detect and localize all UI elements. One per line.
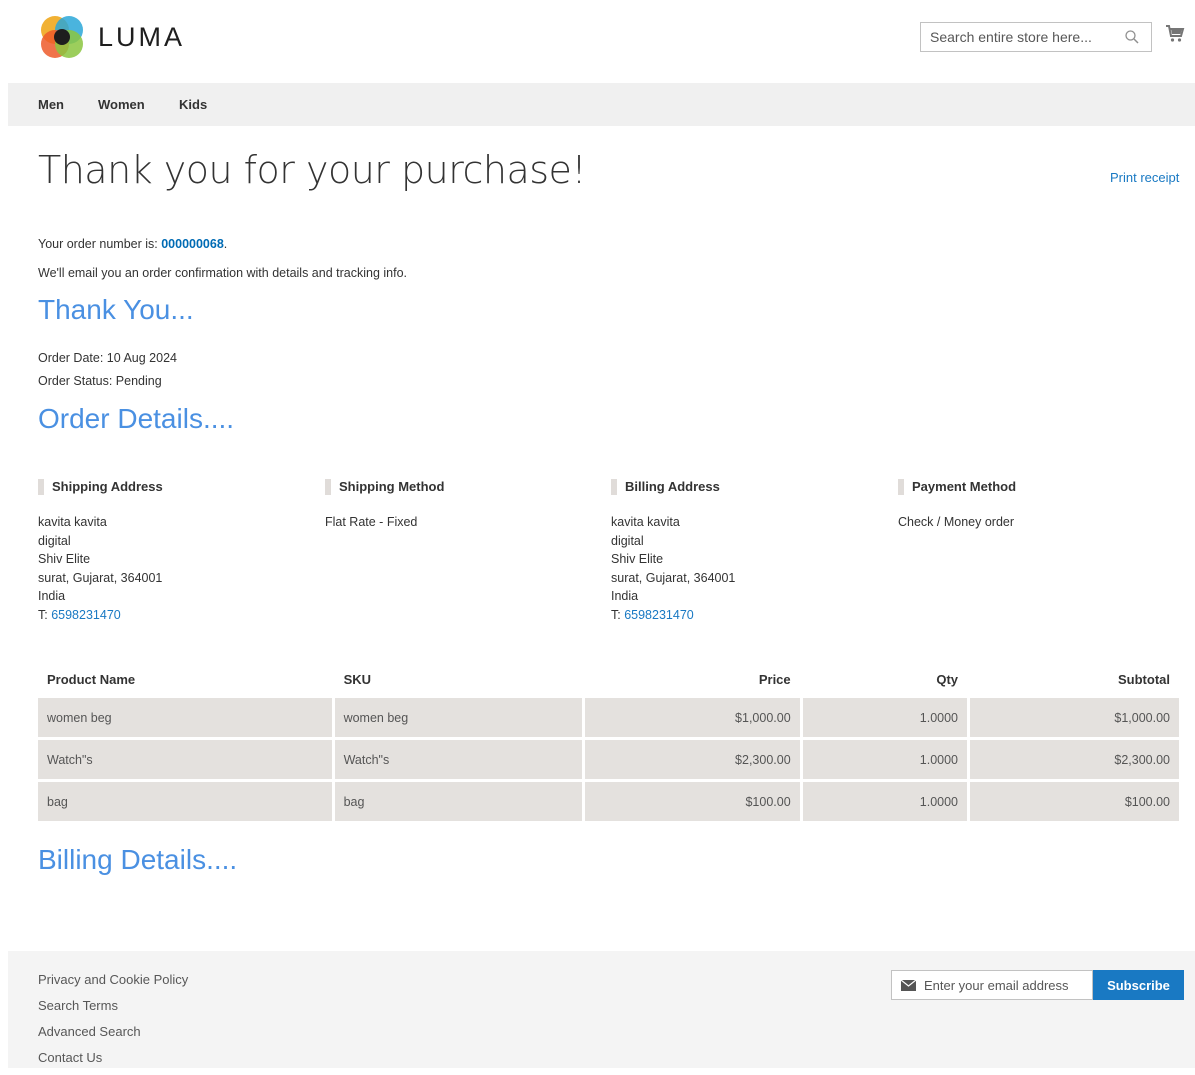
- billing-address-title: Billing Address: [611, 479, 735, 495]
- address-line: surat, Gujarat, 364001: [38, 570, 163, 585]
- cell-product-name: Watch"s: [38, 740, 332, 779]
- billing-phone-link[interactable]: 6598231470: [624, 608, 694, 622]
- footer-links: Privacy and Cookie Policy Search Terms A…: [38, 971, 188, 1075]
- phone-line: T: 6598231470: [38, 606, 163, 625]
- address-line: digital: [611, 533, 644, 548]
- column-header-price: Price: [758, 672, 791, 687]
- order-number-link[interactable]: 000000068: [161, 237, 224, 251]
- logo-text: LUMA: [98, 21, 186, 52]
- cell-sku: women beg: [334, 698, 582, 737]
- footer-link-advanced-search[interactable]: Advanced Search: [38, 1023, 188, 1049]
- cell-price: $1,000.00: [584, 698, 800, 737]
- page-footer: Privacy and Cookie Policy Search Terms A…: [8, 951, 1195, 1068]
- nav-item-kids[interactable]: Kids: [179, 97, 207, 112]
- order-number-line: Your order number is: 000000068.: [38, 237, 227, 251]
- shipping-address-block: Shipping Address kavita kavita digital S…: [38, 479, 163, 624]
- nav-item-men[interactable]: Men: [38, 97, 64, 112]
- table-header-row: Product Name SKU Price Qty Subtotal: [38, 664, 1179, 695]
- table-row: women beg women beg $1,000.00 1.0000 $1,…: [38, 698, 1179, 737]
- footer-link-privacy[interactable]: Privacy and Cookie Policy: [38, 971, 188, 997]
- cell-qty: 1.0000: [802, 698, 968, 737]
- search-box[interactable]: [920, 22, 1152, 52]
- order-details-heading: Order Details....: [38, 403, 235, 434]
- column-header-qty: Qty: [936, 672, 959, 687]
- address-line: kavita kavita: [38, 515, 107, 529]
- order-number-label: Your order number is:: [38, 237, 162, 251]
- phone-prefix: T:: [38, 607, 52, 622]
- page-title: Thank you for your purchase!: [38, 148, 587, 192]
- cell-price: $100.00: [584, 782, 800, 821]
- address-line: Shiv Elite: [38, 552, 91, 566]
- address-line: India: [611, 589, 639, 603]
- payment-method-block: Payment Method Check / Money order: [898, 479, 1016, 532]
- order-status: Order Status: Pending: [38, 374, 162, 388]
- store-logo[interactable]: LUMA: [38, 13, 185, 61]
- newsletter-field[interactable]: [891, 970, 1094, 1000]
- nav-item-women[interactable]: Women: [98, 97, 145, 112]
- page-header: LUMA: [0, 0, 1195, 83]
- cell-price: $2,300.00: [584, 740, 800, 779]
- search-input[interactable]: [921, 23, 1116, 51]
- cart-icon[interactable]: [1165, 24, 1185, 44]
- payment-method-title: Payment Method: [898, 479, 1016, 495]
- cell-subtotal: $1,000.00: [970, 698, 1179, 737]
- cell-sku: Watch"s: [334, 740, 582, 779]
- phone-line: T: 6598231470: [611, 606, 735, 625]
- cell-product-name: women beg: [38, 698, 332, 737]
- table-row: bag bag $100.00 1.0000 $100.00: [38, 782, 1179, 821]
- address-line: kavita kavita: [611, 515, 680, 529]
- shipping-phone-link[interactable]: 6598231470: [51, 608, 121, 622]
- cell-subtotal: $2,300.00: [970, 740, 1179, 779]
- order-number-suffix: .: [223, 237, 228, 251]
- print-receipt-link[interactable]: Print receipt: [1110, 170, 1179, 185]
- payment-method-value: Check / Money order: [898, 515, 1015, 529]
- luma-logo-icon: [41, 16, 83, 58]
- newsletter-email-input[interactable]: [924, 971, 1094, 999]
- cell-sku: bag: [334, 782, 582, 821]
- billing-address-body: kavita kavita digital Shiv Elite surat, …: [611, 513, 735, 624]
- shipping-method-title: Shipping Method: [325, 479, 444, 495]
- shipping-address-body: kavita kavita digital Shiv Elite surat, …: [38, 513, 163, 624]
- column-header-sku: SKU: [343, 672, 372, 687]
- table-row: Watch"s Watch"s $2,300.00 1.0000 $2,300.…: [38, 740, 1179, 779]
- address-line: digital: [38, 533, 71, 548]
- shipping-address-title: Shipping Address: [38, 479, 163, 495]
- footer-link-search-terms[interactable]: Search Terms: [38, 997, 188, 1023]
- shipping-method-value: Flat Rate - Fixed: [325, 515, 418, 529]
- footer-link-contact-us[interactable]: Contact Us: [38, 1049, 188, 1075]
- subscribe-button[interactable]: Subscribe: [1093, 970, 1184, 1000]
- cell-product-name: bag: [38, 782, 332, 821]
- search-icon[interactable]: [1125, 30, 1139, 44]
- cell-qty: 1.0000: [802, 740, 968, 779]
- thank-you-heading: Thank You...: [38, 294, 194, 325]
- shipping-method-block: Shipping Method Flat Rate - Fixed: [325, 479, 444, 532]
- cell-qty: 1.0000: [802, 782, 968, 821]
- billing-address-block: Billing Address kavita kavita digital Sh…: [611, 479, 735, 624]
- address-line: Shiv Elite: [611, 552, 664, 566]
- billing-details-heading: Billing Details....: [38, 844, 238, 875]
- phone-prefix: T:: [611, 607, 625, 622]
- order-date: Order Date: 10 Aug 2024: [38, 351, 177, 365]
- order-items-table: Product Name SKU Price Qty Subtotal wome…: [35, 661, 1182, 824]
- main-navigation: Men Women Kids: [8, 83, 1195, 126]
- address-line: surat, Gujarat, 364001: [611, 570, 736, 585]
- newsletter-form: Subscribe: [891, 970, 1184, 1000]
- email-note: We'll email you an order confirmation wi…: [38, 266, 408, 280]
- address-line: India: [38, 589, 66, 603]
- column-header-product-name: Product Name: [47, 672, 136, 687]
- envelope-icon: [901, 980, 916, 991]
- cell-subtotal: $100.00: [970, 782, 1179, 821]
- column-header-subtotal: Subtotal: [1118, 672, 1170, 687]
